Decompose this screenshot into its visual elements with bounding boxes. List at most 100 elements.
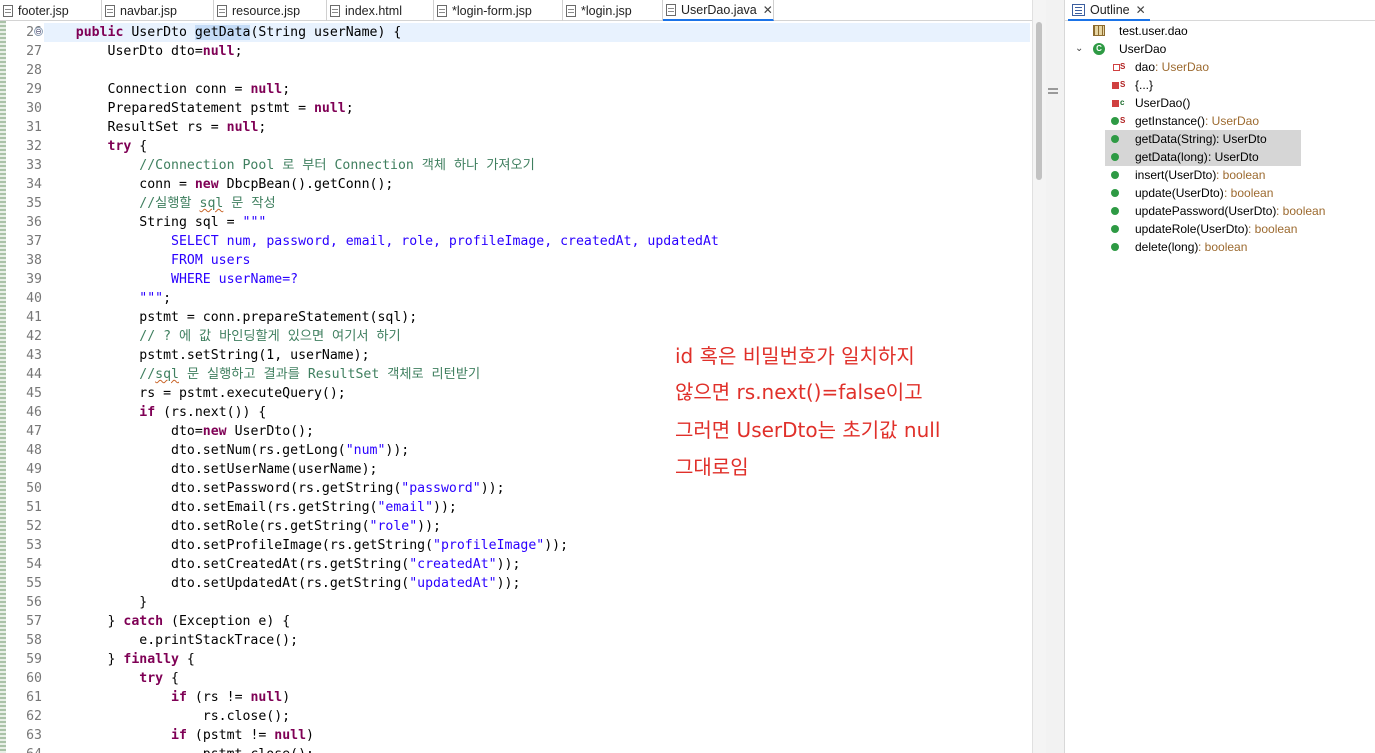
code-line[interactable] (44, 61, 1030, 80)
code-line[interactable]: if (pstmt != null) (44, 726, 1030, 745)
outline-member[interactable]: update(UserDto) : boolean (1065, 184, 1375, 202)
code-token: dto.setRole(rs.getString( (44, 519, 370, 534)
editor-tab-label: footer.jsp (18, 3, 69, 18)
code-line[interactable]: pstmt = conn.prepareStatement(sql); (44, 308, 1030, 327)
editor-tab[interactable]: UserDao.java ✕ (663, 0, 774, 21)
outline-member-type: : UserDto (1208, 150, 1259, 164)
outline-member-type: : boolean (1216, 168, 1266, 182)
overview-marker[interactable] (1048, 88, 1058, 90)
code-line[interactable]: //실행할 sql 문 작성 (44, 194, 1030, 213)
outline-package[interactable]: test.user.dao (1065, 22, 1375, 40)
outline-member[interactable]: getData(String) : UserDto (1105, 130, 1301, 148)
code-token: if (171, 728, 187, 743)
outline-member[interactable]: insert(UserDto) : boolean (1065, 166, 1375, 184)
tab-outline[interactable]: Outline ✕ (1068, 0, 1150, 21)
code-line[interactable]: FROM users (44, 251, 1030, 270)
code-token: e.printStackTrace(); (44, 633, 299, 648)
modifier-badge: c (1120, 98, 1125, 107)
code-line[interactable]: try { (44, 137, 1030, 156)
view-sash[interactable] (1046, 0, 1064, 753)
code-token: ; (258, 120, 267, 135)
outline-member[interactable]: getData(long) : UserDto (1105, 148, 1301, 166)
code-token: rs.close(); (44, 709, 291, 724)
code-line[interactable]: """; (44, 289, 1030, 308)
code-line[interactable]: ResultSet rs = null; (44, 118, 1030, 137)
code-line[interactable]: rs.close(); (44, 707, 1030, 726)
close-icon[interactable]: ✕ (1136, 3, 1146, 17)
line-number: 31 (26, 120, 42, 135)
code-token: } (44, 595, 148, 610)
line-number: 29 (26, 82, 42, 97)
code-line[interactable]: } catch (Exception e) { (44, 612, 1030, 631)
outline-member[interactable]: SgetInstance() : UserDao (1065, 112, 1375, 130)
editor-tab[interactable]: *login.jsp (563, 0, 663, 21)
outline-member[interactable]: delete(long) : boolean (1065, 238, 1375, 256)
code-token: { (163, 671, 179, 686)
code-line[interactable]: Connection conn = null; (44, 80, 1030, 99)
code-token: )); (417, 519, 441, 534)
outline-member-type: : boolean (1224, 186, 1274, 200)
code-token: WHERE userName=? (171, 272, 299, 287)
code-token: "num" (345, 443, 386, 458)
outline-member-name: delete(long) (1135, 240, 1199, 254)
outline-tab-bar: Outline ✕ (1065, 0, 1375, 21)
code-line[interactable]: conn = new DbcpBean().getConn(); (44, 175, 1030, 194)
line-number: 60 (26, 671, 42, 686)
public-method-icon (1111, 243, 1119, 251)
outline-class-label: UserDao (1119, 42, 1167, 56)
code-line[interactable]: dto.setUserName(userName); (44, 460, 1030, 479)
line-number: 59 (26, 652, 42, 667)
editor-tab[interactable]: footer.jsp (0, 0, 102, 21)
code-line[interactable]: //Connection Pool 로 부터 Connection 객체 하나 … (44, 156, 1030, 175)
code-line[interactable]: SELECT num, password, email, role, profi… (44, 232, 1030, 251)
code-line[interactable]: } (44, 593, 1030, 612)
code-token: dto= (44, 424, 203, 439)
editor-tab-bar: footer.jsp navbar.jsp resource.jsp index.ht… (0, 0, 1032, 21)
line-number: 49 (26, 462, 42, 477)
code-line[interactable]: UserDto dto=null; (44, 42, 1030, 61)
code-line[interactable]: String sql = """ (44, 213, 1030, 232)
editor-tab[interactable]: resource.jsp (214, 0, 327, 21)
code-line[interactable]: e.printStackTrace(); (44, 631, 1030, 650)
code-editor[interactable]: 26⊖2728293031323334353637383940414243444… (0, 21, 1032, 753)
code-line[interactable]: dto.setProfileImage(rs.getString("profil… (44, 536, 1030, 555)
code-line[interactable]: dto.setEmail(rs.getString("email")); (44, 498, 1030, 517)
code-token: DbcpBean().getConn(); (218, 177, 394, 192)
code-line[interactable]: public UserDto getData(String userName) … (44, 23, 1030, 42)
code-line[interactable]: PreparedStatement pstmt = null; (44, 99, 1030, 118)
line-number: 32 (26, 139, 42, 154)
line-number: 38 (26, 253, 42, 268)
line-number: 33 (26, 158, 42, 173)
editor-tab[interactable]: *login-form.jsp (434, 0, 563, 21)
editor-tab[interactable]: navbar.jsp (102, 0, 214, 21)
annotation-line: id 혹은 비밀번호가 일치하지 (675, 344, 915, 368)
outline-member[interactable]: c UserDao() (1065, 94, 1375, 112)
outline-member[interactable]: updatePassword(UserDto) : boolean (1065, 202, 1375, 220)
fold-toggle-icon[interactable]: ⊖ (34, 27, 43, 36)
outline-class[interactable]: ⌄ C UserDao (1065, 40, 1375, 58)
code-line[interactable]: dto.setNum(rs.getLong("num")); (44, 441, 1030, 460)
code-token: ; (345, 101, 354, 116)
code-line[interactable]: dto.setRole(rs.getString("role")); (44, 517, 1030, 536)
editor-tab[interactable]: index.html (327, 0, 434, 21)
outline-member[interactable]: Sdao : UserDao (1065, 58, 1375, 76)
code-token: (Exception e) { (163, 614, 291, 629)
code-line[interactable]: if (rs != null) (44, 688, 1030, 707)
code-line[interactable]: WHERE userName=? (44, 270, 1030, 289)
code-line[interactable]: try { (44, 669, 1030, 688)
editor-tab-label: *login.jsp (581, 3, 632, 18)
outline-member[interactable]: updateRole(UserDto) : boolean (1065, 220, 1375, 238)
code-line[interactable]: dto.setCreatedAt(rs.getString("createdAt… (44, 555, 1030, 574)
code-line[interactable]: } finally { (44, 650, 1030, 669)
code-line[interactable]: dto.setUpdatedAt(rs.getString("updatedAt… (44, 574, 1030, 593)
outline-member[interactable]: S {...} (1065, 76, 1375, 94)
code-line[interactable]: pstmt.close(); (44, 745, 1030, 753)
overview-marker[interactable] (1048, 92, 1058, 94)
close-icon[interactable]: ✕ (763, 3, 773, 17)
chevron-down-icon[interactable]: ⌄ (1075, 40, 1083, 58)
file-icon (330, 4, 340, 17)
code-line[interactable]: dto.setPassword(rs.getString("password")… (44, 479, 1030, 498)
scrollbar-thumb[interactable] (1036, 22, 1042, 180)
code-token: dto.setEmail(rs.getString( (44, 500, 378, 515)
